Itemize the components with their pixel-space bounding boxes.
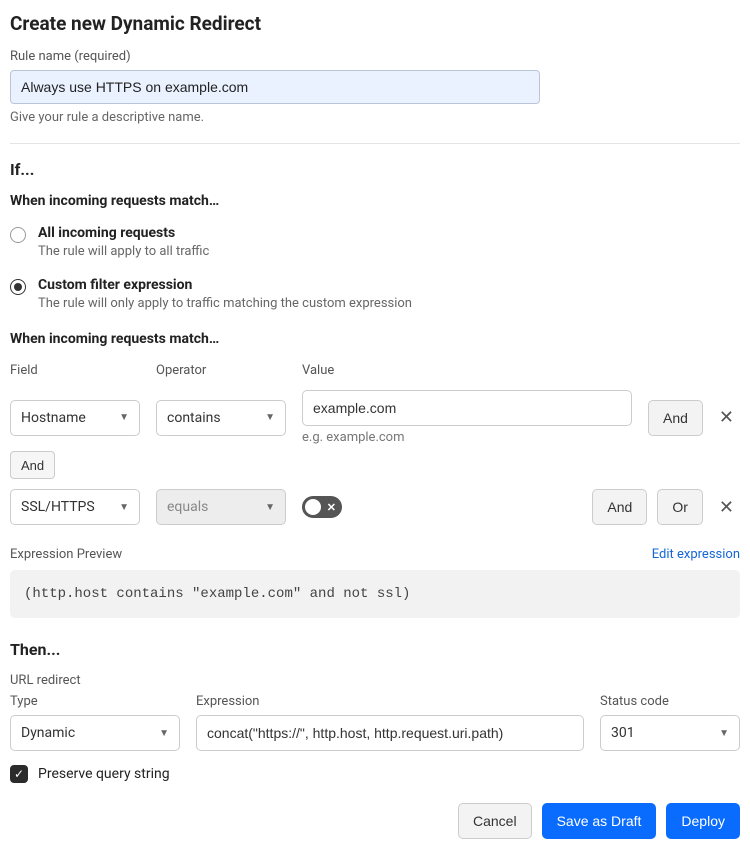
value-hint: e.g. example.com — [302, 430, 632, 445]
or-button[interactable]: Or — [657, 489, 703, 525]
radio-icon — [10, 227, 26, 243]
page-title: Create new Dynamic Redirect — [10, 12, 740, 35]
field-value: Hostname — [21, 410, 86, 426]
expression-row: SSL/HTTPS ▼ equals ▼ ✕ And Or ✕ — [10, 489, 740, 525]
remove-row-icon[interactable]: ✕ — [713, 407, 740, 428]
deploy-button[interactable]: Deploy — [666, 803, 740, 839]
col-operator-label: Operator — [156, 363, 286, 378]
and-button[interactable]: And — [592, 489, 647, 525]
radio-all-title: All incoming requests — [38, 225, 209, 241]
operator-select[interactable]: contains ▼ — [156, 400, 286, 436]
match-heading: When incoming requests match… — [10, 193, 740, 209]
radio-option-custom[interactable]: Custom filter expression The rule will o… — [10, 277, 740, 311]
rule-name-label: Rule name (required) — [10, 49, 740, 64]
expression-row: Hostname ▼ contains ▼ e.g. example.com A… — [10, 390, 740, 445]
operator-value: equals — [167, 499, 208, 515]
chevron-down-icon: ▼ — [265, 412, 275, 423]
value-input[interactable] — [302, 390, 632, 426]
operator-value: contains — [167, 410, 221, 426]
connector-and-button[interactable]: And — [10, 451, 55, 479]
expression-input[interactable] — [196, 715, 584, 751]
toggle-off-icon: ✕ — [327, 501, 336, 514]
type-select[interactable]: Dynamic ▼ — [10, 715, 180, 751]
and-button[interactable]: And — [648, 400, 703, 436]
preserve-query-label: Preserve query string — [38, 766, 170, 782]
status-code-select[interactable]: 301 ▼ — [600, 715, 740, 751]
radio-custom-title: Custom filter expression — [38, 277, 412, 293]
field-select[interactable]: Hostname ▼ — [10, 400, 140, 436]
save-draft-button[interactable]: Save as Draft — [542, 803, 657, 839]
type-label: Type — [10, 694, 180, 709]
col-value-label: Value — [302, 363, 740, 378]
radio-all-desc: The rule will apply to all traffic — [38, 244, 209, 259]
status-code-value: 301 — [611, 725, 635, 741]
expression-preview: (http.host contains "example.com" and no… — [10, 570, 740, 618]
type-value: Dynamic — [21, 725, 75, 741]
cancel-button[interactable]: Cancel — [458, 803, 532, 839]
radio-custom-desc: The rule will only apply to traffic matc… — [38, 296, 412, 311]
ssl-toggle[interactable]: ✕ — [302, 496, 342, 518]
operator-select-disabled: equals ▼ — [156, 489, 286, 525]
remove-row-icon[interactable]: ✕ — [713, 497, 740, 518]
chevron-down-icon: ▼ — [159, 728, 169, 739]
field-value: SSL/HTTPS — [21, 499, 95, 515]
chevron-down-icon: ▼ — [119, 502, 129, 513]
radio-option-all[interactable]: All incoming requests The rule will appl… — [10, 225, 740, 259]
url-redirect-label: URL redirect — [10, 673, 740, 688]
divider — [10, 143, 740, 144]
edit-expression-link[interactable]: Edit expression — [652, 547, 740, 562]
radio-icon-selected — [10, 279, 26, 295]
col-field-label: Field — [10, 363, 140, 378]
chevron-down-icon: ▼ — [119, 412, 129, 423]
builder-heading: When incoming requests match… — [10, 331, 740, 347]
rule-name-helper: Give your rule a descriptive name. — [10, 110, 740, 125]
check-icon: ✓ — [14, 767, 24, 781]
status-code-label: Status code — [600, 694, 740, 709]
chevron-down-icon: ▼ — [265, 502, 275, 513]
then-heading: Then... — [10, 640, 740, 659]
field-select[interactable]: SSL/HTTPS ▼ — [10, 489, 140, 525]
expression-label: Expression — [196, 694, 584, 709]
chevron-down-icon: ▼ — [719, 728, 729, 739]
preserve-query-checkbox[interactable]: ✓ — [10, 765, 28, 783]
rule-name-input[interactable] — [10, 70, 540, 104]
if-heading: If... — [10, 160, 740, 179]
preview-label: Expression Preview — [10, 547, 122, 562]
